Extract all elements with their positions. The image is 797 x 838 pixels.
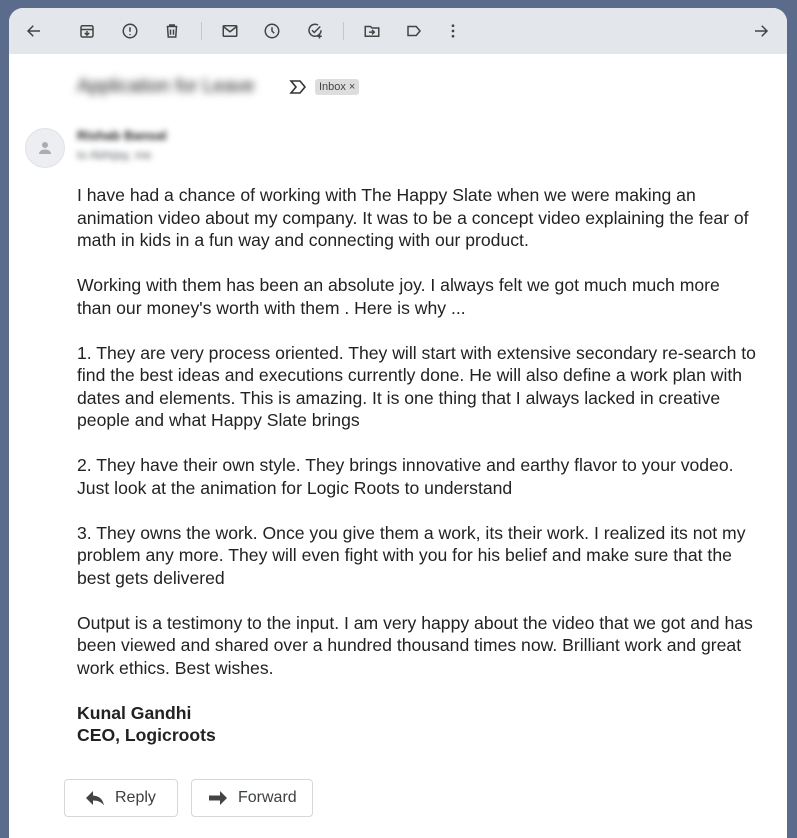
inbox-label-chip: Inbox × [315, 79, 360, 95]
sender-name: Rishab Bansal [77, 128, 167, 143]
body-paragraph: Output is a testimony to the input. I am… [77, 612, 753, 678]
email-window: Application for Leave Inbox × Rishab Ban… [9, 8, 787, 838]
email-toolbar [9, 8, 787, 54]
forward-button[interactable]: Forward [191, 779, 313, 817]
subject-row: Application for Leave Inbox × [77, 76, 777, 98]
add-task-icon[interactable] [301, 17, 329, 45]
label-text: Inbox [319, 81, 346, 93]
back-arrow-icon[interactable] [20, 17, 48, 45]
reply-label: Reply [115, 789, 156, 806]
more-options-icon[interactable] [439, 17, 467, 45]
remove-label-button[interactable]: × [349, 81, 355, 93]
signature-title: CEO, Logicroots [77, 725, 216, 745]
signature-name: Kunal Gandhi [77, 702, 192, 723]
body-paragraph: 2. They have their own style. They bring… [77, 455, 734, 498]
recipient-line[interactable]: to Abhijay, me [77, 148, 151, 162]
report-spam-icon[interactable] [116, 17, 144, 45]
body-paragraph: 3. They owns the work. Once you give the… [77, 522, 746, 588]
delete-icon[interactable] [158, 17, 186, 45]
snooze-icon[interactable] [258, 17, 286, 45]
avatar [25, 128, 65, 168]
reply-button[interactable]: Reply [64, 779, 178, 817]
reply-icon [86, 791, 104, 806]
body-paragraph: I have had a chance of working with The … [77, 185, 749, 250]
mark-unread-icon[interactable] [216, 17, 244, 45]
body-paragraph: Working with them has been an absolute j… [77, 275, 720, 318]
person-icon [39, 142, 51, 154]
label-icon[interactable] [400, 17, 428, 45]
forward-arrow-icon[interactable] [747, 17, 775, 45]
forward-icon [209, 791, 227, 805]
body-paragraph: 1. They are very process oriented. They … [77, 342, 756, 431]
forward-label: Forward [238, 789, 297, 806]
email-subject: Application for Leave [77, 76, 255, 97]
archive-icon[interactable] [73, 17, 101, 45]
move-to-icon[interactable] [358, 17, 386, 45]
email-body: I have had a chance of working with The … [77, 184, 757, 747]
importance-marker-icon[interactable] [289, 80, 307, 94]
